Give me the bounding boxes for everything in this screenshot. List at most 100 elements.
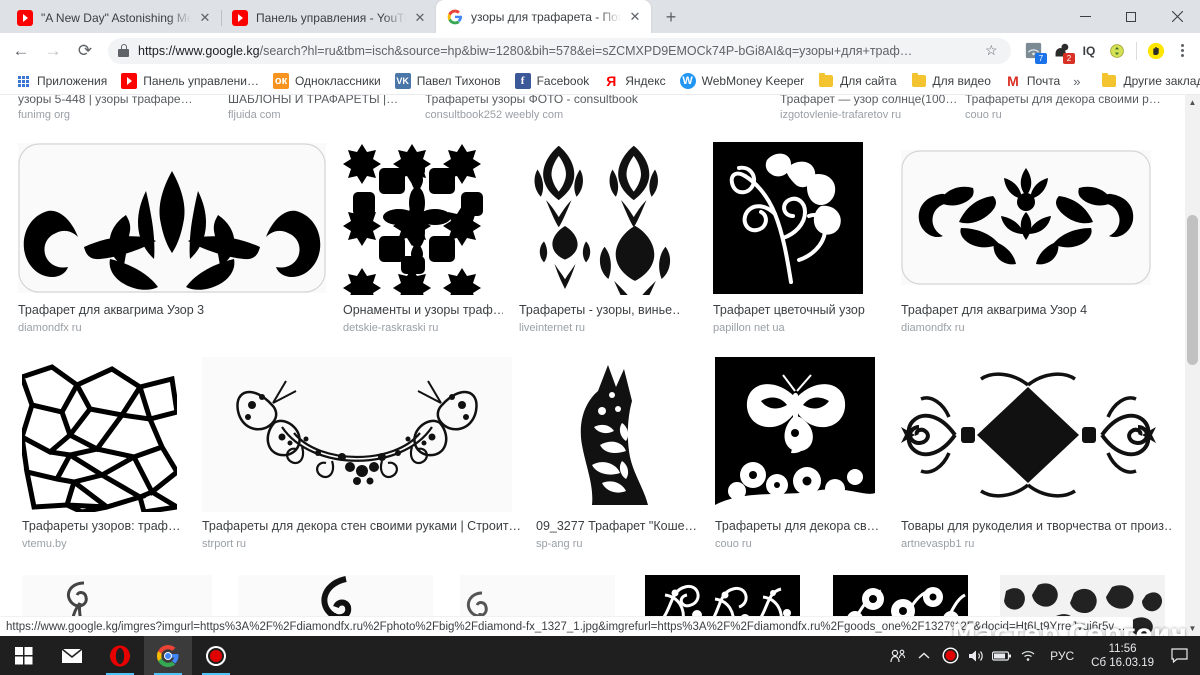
recording-indicator-icon[interactable]: [937, 636, 963, 675]
result-title[interactable]: Трафареты узоров: траф…: [22, 519, 180, 533]
new-tab-button[interactable]: +: [657, 3, 685, 31]
bookmark-youtube-panel[interactable]: Панель управлени…: [114, 70, 266, 92]
result-thumbnail[interactable]: [713, 142, 863, 294]
scroll-up-arrow[interactable]: ▲: [1185, 95, 1200, 110]
close-icon[interactable]: ✕: [197, 10, 213, 26]
result-title[interactable]: Трафарет — узор солнце(100…: [780, 95, 960, 106]
extension-badge: 2: [1063, 52, 1075, 64]
bookmark-gmail[interactable]: M Почта: [998, 70, 1067, 92]
bookmark-star-icon[interactable]: ☆: [985, 42, 1001, 59]
volume-icon[interactable]: [963, 636, 989, 675]
bookmark-label: Другие закладки: [1123, 74, 1200, 88]
bookmark-other-bookmarks[interactable]: Другие закладки: [1094, 70, 1200, 92]
tab-1[interactable]: Панель управления - YouTube ✕: [221, 3, 436, 33]
bookmark-folder-video[interactable]: Для видео: [904, 70, 998, 92]
bookmark-apps[interactable]: Приложения: [8, 70, 114, 92]
action-center-button[interactable]: [1162, 636, 1196, 675]
tab-0[interactable]: "A New Day" Astonishing Melodi ✕: [6, 3, 221, 33]
youtube-icon: [121, 73, 138, 89]
chrome-button[interactable]: [144, 636, 192, 675]
address-bar-url: https://www.google.kg/search?hl=ru&tbm=i…: [138, 43, 913, 58]
gmail-icon: M: [1007, 73, 1019, 89]
result-title[interactable]: ШАБЛОНЫ И ТРАФАРЕТЫ |…: [228, 95, 418, 106]
result-source: papillon net ua: [713, 322, 785, 334]
mail-button[interactable]: [48, 636, 96, 675]
scroll-down-arrow[interactable]: ▼: [1185, 621, 1200, 636]
opera-button[interactable]: [96, 636, 144, 675]
battery-icon[interactable]: [989, 636, 1015, 675]
lock-icon: [118, 44, 129, 57]
result-thumbnail[interactable]: [202, 357, 512, 512]
bookmark-folder-site[interactable]: Для сайта: [811, 70, 903, 92]
show-hidden-icons-arrow[interactable]: [911, 636, 937, 675]
page-scrollbar[interactable]: ▲ ▼: [1185, 95, 1200, 636]
browser-window: "A New Day" Astonishing Melodi ✕ Панель …: [0, 0, 1200, 675]
iq-extension-icon[interactable]: IQ: [1076, 38, 1102, 64]
toolbar-divider: [1136, 41, 1137, 60]
wifi-icon[interactable]: [1015, 636, 1041, 675]
bookmark-label: Яндекс: [625, 74, 666, 88]
close-button[interactable]: [1154, 1, 1200, 33]
bookmark-vk[interactable]: VK Павел Тихонов: [388, 70, 508, 92]
wifi-extension-icon[interactable]: 7: [1020, 38, 1047, 64]
status-bar-url: https://www.google.kg/imgres?imgurl=http…: [6, 620, 1126, 633]
bookmarks-bar: Приложения Панель управлени… ок Одноклас…: [0, 68, 1200, 95]
forward-button[interactable]: →: [38, 36, 68, 66]
bookmark-facebook[interactable]: f Facebook: [508, 70, 597, 92]
apps-grid-icon: [15, 73, 31, 89]
hand-extension-icon[interactable]: [1143, 38, 1169, 64]
result-title[interactable]: Трафареты для декора св…: [715, 519, 880, 533]
address-bar[interactable]: https://www.google.kg/search?hl=ru&tbm=i…: [108, 37, 1011, 64]
chrome-menu-button[interactable]: [1170, 38, 1194, 64]
result-title[interactable]: Товары для рукоделия и творчества от про…: [901, 519, 1171, 533]
result-source: vtemu.by: [22, 538, 67, 550]
adblock-extension-icon[interactable]: 2: [1048, 38, 1075, 64]
result-thumbnail[interactable]: [901, 365, 1156, 505]
result-thumbnail[interactable]: [536, 357, 691, 512]
language-indicator[interactable]: РУС: [1041, 649, 1083, 663]
result-thumbnail[interactable]: [715, 357, 875, 512]
reload-button[interactable]: ⟳: [70, 36, 100, 66]
result-title[interactable]: Трафарет для аквагрима Узор 4: [901, 303, 1161, 317]
maximize-button[interactable]: [1108, 1, 1154, 33]
result-thumbnail[interactable]: [901, 150, 1151, 285]
result-title[interactable]: 09_3277 Трафарет "Коше…: [536, 519, 696, 533]
result-source: liveinternet ru: [519, 322, 586, 334]
tab-2[interactable]: узоры для трафарета - Поиск в ✕: [436, 0, 651, 33]
result-title[interactable]: узоры 5-448 | узоры трафаре…: [18, 95, 218, 106]
status-bar: https://www.google.kg/imgres?imgurl=http…: [0, 616, 1133, 636]
result-title[interactable]: Трафарет для аквагрима Узор 3: [18, 303, 318, 317]
result-title[interactable]: Трафареты узоры ФОТО - consultbook: [425, 95, 755, 106]
clock[interactable]: 11:56 Сб 16.03.19: [1083, 636, 1162, 675]
result-title[interactable]: Трафареты для декора стен своими руками …: [202, 519, 532, 533]
bookmark-webmoney[interactable]: W WebMoney Keeper: [673, 70, 812, 92]
people-icon[interactable]: [885, 636, 911, 675]
result-thumbnail[interactable]: [343, 140, 501, 295]
bookmarks-overflow-button[interactable]: »: [1067, 74, 1086, 89]
result-source: artnevaspb1 ru: [901, 538, 975, 550]
result-source: diamondfx ru: [901, 322, 965, 334]
coin-extension-icon[interactable]: [1104, 38, 1130, 64]
result-title[interactable]: Орнаменты и узоры траф…: [343, 303, 503, 317]
back-button[interactable]: ←: [6, 36, 36, 66]
taskbar: РУС 11:56 Сб 16.03.19: [0, 636, 1200, 675]
scrollbar-thumb[interactable]: [1187, 215, 1198, 365]
clock-time: 11:56: [1108, 642, 1137, 655]
tab-title: "A New Day" Astonishing Melodi: [41, 11, 191, 25]
odnoklassniki-icon: ок: [272, 73, 289, 89]
close-icon[interactable]: ✕: [627, 9, 643, 25]
result-thumbnail[interactable]: [519, 140, 679, 295]
result-thumbnail[interactable]: [22, 357, 177, 512]
start-button[interactable]: [0, 636, 48, 675]
result-thumbnail[interactable]: [18, 143, 326, 293]
bookmark-yandex[interactable]: Я Яндекс: [596, 70, 672, 92]
bookmark-odnoklassniki[interactable]: ок Одноклассники: [266, 70, 388, 92]
result-title[interactable]: Трафарет цветочный узор: [713, 303, 883, 317]
recorder-button[interactable]: [192, 636, 240, 675]
bookmark-label: Для сайта: [840, 74, 897, 88]
result-title[interactable]: Трафареты для декора своими р…: [965, 95, 1180, 106]
browser-toolbar: ← → ⟳ https://www.google.kg/search?hl=ru…: [0, 33, 1200, 68]
close-icon[interactable]: ✕: [412, 10, 428, 26]
minimize-button[interactable]: [1062, 1, 1108, 33]
result-title[interactable]: Трафареты - узоры, винье…: [519, 303, 679, 317]
